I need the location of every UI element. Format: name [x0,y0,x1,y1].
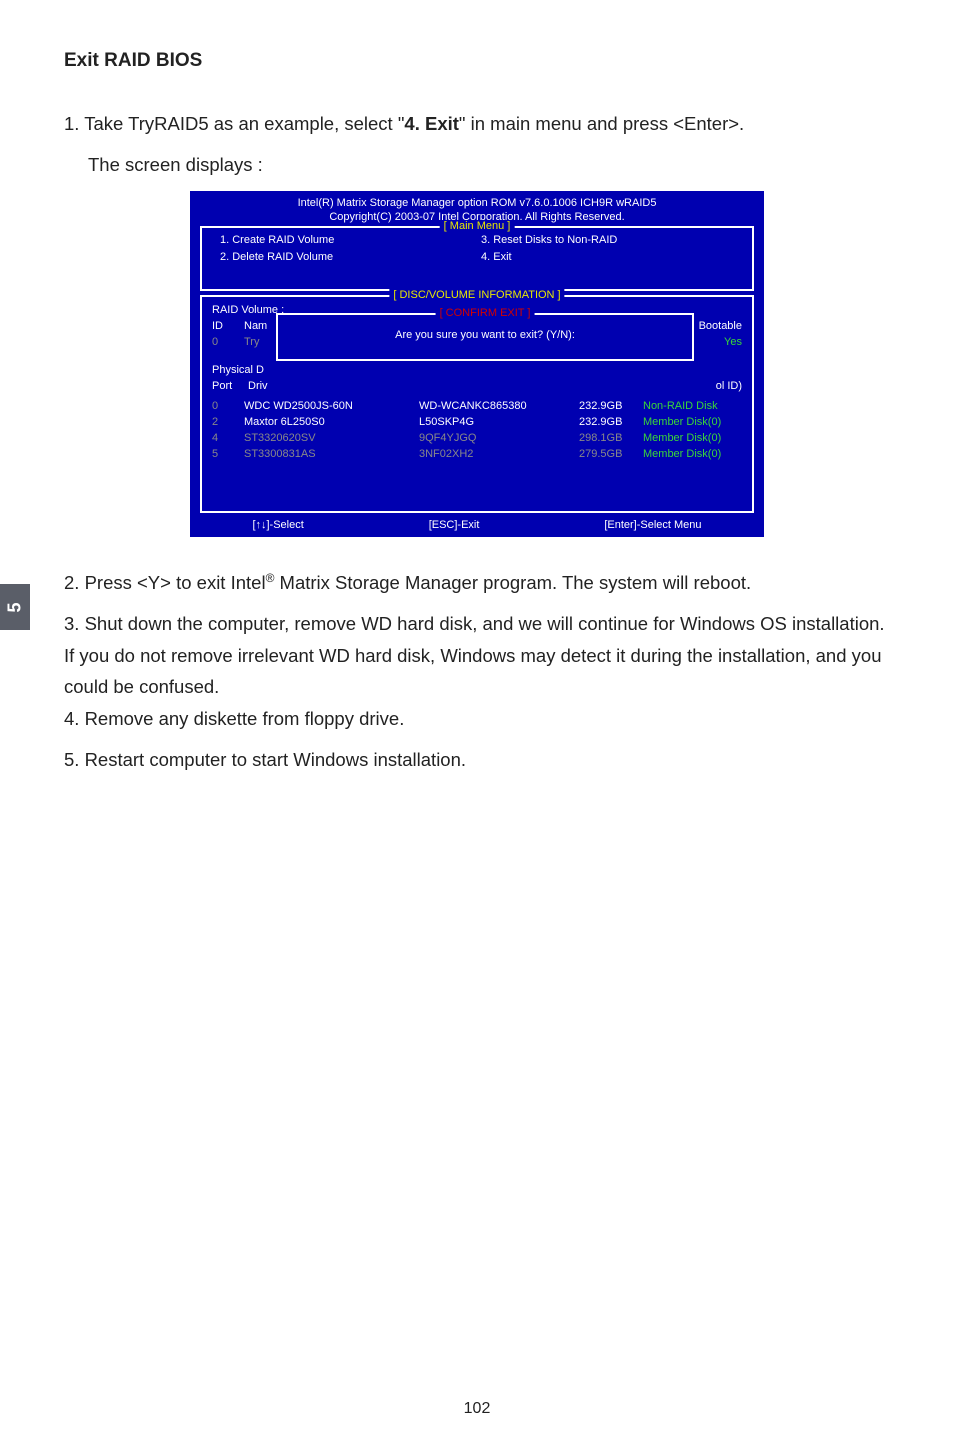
disk-size: 279.5GB [579,447,643,463]
bios-footer: [↑↓]-Select [ESC]-Exit [Enter]-Select Me… [190,517,764,537]
footer-esc: [ESC]-Exit [429,519,480,531]
disk-status: Member Disk(0) [643,431,742,447]
chapter-tab: 5 [0,584,30,630]
confirm-title: [ CONFIRM EXIT ] [436,307,535,319]
col-drive: Driv [248,379,716,395]
footer-select: [↑↓]-Select [252,519,303,531]
menu-item-delete: 2. Delete RAID Volume [220,249,481,266]
footer-enter: [Enter]-Select Menu [604,519,701,531]
disc-info-box: [ DISC/VOLUME INFORMATION ] RAID Volume … [200,295,754,512]
step2-a: 2. Press <Y> to exit Intel [64,572,266,593]
col-id: ID [212,319,244,335]
physical-disks-label: Physical D [212,363,742,379]
disk-port: 5 [212,447,244,463]
intro-line1: 1. Take TryRAID5 as an example, select "… [64,108,890,139]
table-row: 5 ST3300831AS 3NF02XH2 279.5GB Member Di… [212,447,742,463]
vol-id: 0 [212,335,244,351]
bios-title: Intel(R) Matrix Storage Manager option R… [190,196,764,210]
menu-item-create: 1. Create RAID Volume [220,232,481,249]
step2-b: Matrix Storage Manager program. The syst… [274,572,751,593]
main-menu-box: [ Main Menu ] 1. Create RAID Volume 2. D… [200,226,754,291]
step-5: 5. Restart computer to start Windows ins… [64,744,890,775]
table-row: 4 ST3320620SV 9QF4YJGQ 298.1GB Member Di… [212,431,742,447]
menu-item-exit: 4. Exit [481,249,742,266]
disk-port: 2 [212,415,244,431]
section-heading: Exit RAID BIOS [64,50,890,72]
chapter-number: 5 [4,602,25,612]
step-3: 3. Shut down the computer, remove WD har… [64,608,890,702]
intro-bold: 4. Exit [404,113,459,134]
disk-model: WDC WD2500JS-60N [244,399,419,415]
disk-port: 0 [212,399,244,415]
disk-model: Maxtor 6L250S0 [244,415,419,431]
disk-status: Member Disk(0) [643,415,742,431]
disk-serial: L50SKP4G [419,415,579,431]
intro-suffix: " in main menu and press <Enter>. [459,113,744,134]
step-2: 2. Press <Y> to exit Intel® Matrix Stora… [64,567,890,598]
disc-info-title: [ DISC/VOLUME INFORMATION ] [389,289,564,301]
disk-model: ST3320620SV [244,431,419,447]
disk-table: 0 WDC WD2500JS-60N WD-WCANKC865380 232.9… [212,399,742,463]
confirm-exit-dialog: [ CONFIRM EXIT ] Are you sure you want t… [276,313,694,361]
col-volid-tail: ol ID) [716,379,742,395]
menu-item-reset: 3. Reset Disks to Non-RAID [481,232,742,249]
table-row: 0 WDC WD2500JS-60N WD-WCANKC865380 232.9… [212,399,742,415]
disk-size: 298.1GB [579,431,643,447]
intro-prefix: 1. Take TryRAID5 as an example, select " [64,113,404,134]
main-menu-title: [ Main Menu ] [440,220,515,232]
disk-serial: 9QF4YJGQ [419,431,579,447]
intro-line2: The screen displays : [64,149,890,180]
step-4: 4. Remove any diskette from floppy drive… [64,703,890,734]
disk-status: Non-RAID Disk [643,399,742,415]
disk-status: Member Disk(0) [643,447,742,463]
vol-bootable: Yes [724,335,742,351]
page-number: 102 [0,1400,954,1418]
disk-serial: 3NF02XH2 [419,447,579,463]
disk-model: ST3300831AS [244,447,419,463]
disk-port: 4 [212,431,244,447]
confirm-text: Are you sure you want to exit? (Y/N): [286,329,684,341]
step3-text: 3. Shut down the computer, remove WD har… [64,608,890,702]
disk-size: 232.9GB [579,399,643,415]
col-port: Port [212,379,248,395]
disk-size: 232.9GB [579,415,643,431]
col-bootable: Bootable [699,319,742,335]
bios-screenshot: Intel(R) Matrix Storage Manager option R… [190,191,764,537]
table-row: 2 Maxtor 6L250S0 L50SKP4G 232.9GB Member… [212,415,742,431]
disk-serial: WD-WCANKC865380 [419,399,579,415]
